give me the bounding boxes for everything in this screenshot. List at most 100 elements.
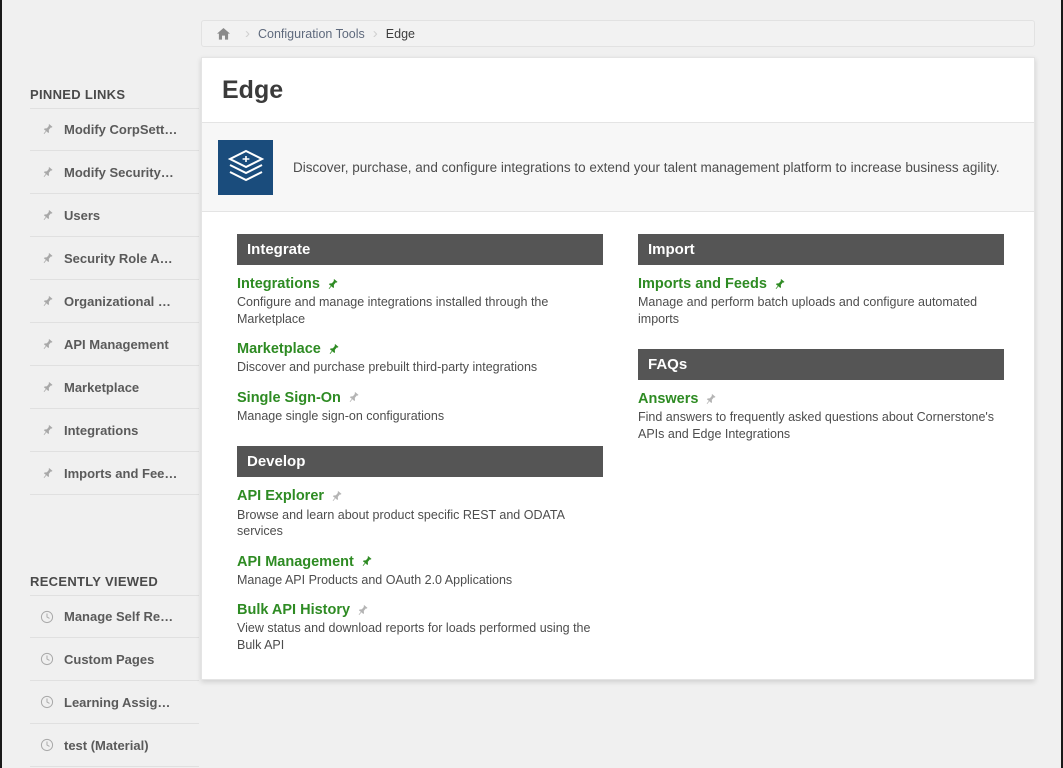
link-label: Answers	[638, 391, 699, 408]
link-single-sign-on[interactable]: Single Sign-On	[237, 389, 360, 407]
pin-icon[interactable]	[360, 555, 373, 568]
sidebar-pinned-item-4[interactable]: Organizational …	[30, 280, 199, 323]
link-label: API Explorer	[237, 488, 325, 505]
link-description-integrations: Configure and manage integrations instal…	[237, 295, 549, 326]
breadcrumb-item-edge: Edge	[385, 26, 415, 41]
section-header-develop: Develop	[237, 446, 603, 478]
sidebar-pinned-item-label: Imports and Fee…	[64, 465, 178, 481]
link-integrations[interactable]: Integrations	[237, 275, 339, 293]
sidebar-pinned-item-2[interactable]: Users	[30, 194, 199, 237]
sidebar-pinned-item-label: Security Role A…	[64, 250, 173, 266]
sidebar-recent-item-label: test (Material)	[64, 737, 149, 753]
link-bulk-api-history[interactable]: Bulk API History	[237, 601, 369, 619]
breadcrumb-item-configuration-tools[interactable]: Configuration Tools	[258, 27, 365, 41]
section-header-import: Import	[638, 234, 1004, 265]
breadcrumb-separator-2: ›	[372, 25, 378, 42]
section-header-faqs: FAQs	[638, 349, 1004, 381]
link-description-bulk-api-history: View status and download reports for loa…	[237, 621, 591, 652]
link-block-imports-and-feeds: Imports and Feeds Manage and perform batc…	[638, 275, 1004, 327]
pin-icon	[30, 424, 64, 437]
app-viewport: PINNED LINKS Modify CorpSett… Modify Secu…	[0, 0, 1063, 768]
pin-icon[interactable]	[326, 278, 339, 291]
pin-icon	[30, 338, 64, 351]
sidebar-pinned-item-label: Modify CorpSett…	[64, 122, 178, 137]
pin-icon	[30, 467, 64, 480]
link-description-api-explorer: Browse and learn about product specific …	[237, 507, 565, 539]
clock-icon	[30, 695, 64, 709]
recently-viewed-list: Manage Self Re… Custom Pages Learning Assi…	[30, 595, 199, 767]
link-block-bulk-api-history: Bulk API History View status and download…	[237, 601, 603, 653]
sidebar-pinned-item-label: Users	[64, 207, 101, 223]
link-description-imports-and-feeds: Manage and perform batch uploads and con…	[638, 295, 978, 326]
sidebar-pinned-item-label: API Management	[64, 336, 169, 352]
link-label: Integrations	[237, 276, 320, 292]
sidebar-recent-item-3[interactable]: test (Material)	[30, 724, 199, 767]
sidebar-recent-item-0[interactable]: Manage Self Re…	[30, 595, 199, 638]
pinned-links-list: Modify CorpSett… Modify Security… Users Sec…	[30, 108, 199, 495]
link-description-single-sign-on: Manage single sign-on configurations	[237, 408, 445, 423]
link-label: Single Sign-On	[237, 389, 341, 406]
page-banner: Discover, purchase, and configure integr…	[202, 123, 1034, 212]
pin-icon[interactable]	[347, 391, 360, 404]
sidebar-recent-item-label: Learning Assig…	[64, 694, 171, 710]
section-import: Import Imports and Feeds Manage and perfor…	[638, 234, 1004, 327]
left-column: Integrate Integrations Configure and manag…	[237, 234, 603, 675]
section-integrate: Integrate Integrations Configure and manag…	[237, 234, 603, 424]
sidebar-pinned-item-3[interactable]: Security Role A…	[30, 237, 199, 280]
pin-icon[interactable]	[773, 278, 786, 291]
pin-icon[interactable]	[327, 343, 340, 356]
link-api-management[interactable]: API Management	[237, 553, 373, 571]
right-column: Import Imports and Feeds Manage and perfor…	[638, 234, 1004, 675]
pin-icon	[30, 295, 64, 308]
section-columns: Integrate Integrations Configure and manag…	[202, 212, 1034, 675]
link-label: Bulk API History	[237, 602, 351, 619]
pin-icon	[30, 381, 64, 394]
pin-icon	[30, 209, 64, 222]
pin-icon[interactable]	[356, 604, 369, 617]
sidebar-pinned-item-1[interactable]: Modify Security…	[30, 151, 199, 194]
breadcrumb: › Configuration Tools › Edge	[201, 20, 1035, 47]
section-faqs: FAQs Answers Find answers to frequently as…	[638, 349, 1004, 442]
sidebar-pinned-item-5[interactable]: API Management	[30, 323, 199, 366]
home-icon[interactable]	[210, 27, 237, 41]
pin-icon	[30, 123, 64, 136]
sidebar-recent-item-label: Manage Self Re…	[64, 609, 174, 624]
link-description-answers: Find answers to frequently asked questio…	[638, 410, 995, 441]
link-block-answers: Answers Find answers to frequently asked …	[638, 390, 1004, 442]
link-label: Marketplace	[237, 341, 321, 358]
sidebar-pinned-item-8[interactable]: Imports and Fee…	[30, 452, 199, 495]
section-body-integrate: Integrations Configure and manage integra…	[237, 265, 603, 424]
sidebar-pinned-item-6[interactable]: Marketplace	[30, 366, 199, 409]
sidebar-recent-item-2[interactable]: Learning Assig…	[30, 681, 199, 724]
sidebar-pinned-item-0[interactable]: Modify CorpSett…	[30, 108, 199, 151]
pin-icon[interactable]	[704, 393, 717, 406]
link-description-api-management: Manage API Products and OAuth 2.0 Applic…	[237, 572, 513, 587]
breadcrumb-separator-1: ›	[245, 25, 250, 42]
sidebar-pinned-item-label: Integrations	[64, 422, 139, 438]
link-answers[interactable]: Answers	[638, 390, 717, 408]
link-block-api-management: API Management Manage API Products and OA…	[237, 553, 603, 589]
page-title-bar: Edge	[202, 58, 1034, 123]
section-body-faqs: Answers Find answers to frequently asked …	[638, 380, 1004, 442]
link-block-integrations: Integrations Configure and manage integra…	[237, 275, 603, 327]
link-marketplace[interactable]: Marketplace	[237, 340, 340, 358]
clock-icon	[30, 652, 64, 666]
recently-viewed-heading: RECENTLY VIEWED	[30, 574, 159, 589]
sidebar-pinned-item-7[interactable]: Integrations	[30, 409, 199, 452]
link-api-explorer[interactable]: API Explorer	[237, 487, 343, 505]
sidebar-pinned-item-label: Marketplace	[64, 379, 140, 395]
sidebar-recent-item-1[interactable]: Custom Pages	[30, 638, 199, 681]
pin-icon	[30, 252, 64, 265]
banner-description: Discover, purchase, and configure integr…	[293, 159, 1000, 175]
section-develop: Develop API Explorer Browse and learn abou…	[237, 446, 603, 653]
clock-icon	[30, 610, 64, 624]
pin-icon[interactable]	[330, 490, 343, 503]
main-content-card: Edge Discover, purchase, and configure i…	[201, 57, 1035, 680]
link-label: Imports and Feeds	[638, 276, 767, 292]
sidebar-pinned-item-label: Organizational …	[64, 293, 171, 309]
link-block-marketplace: Marketplace Discover and purchase prebuil…	[237, 340, 603, 376]
page-title: Edge	[222, 75, 284, 104]
link-imports-and-feeds[interactable]: Imports and Feeds	[638, 275, 786, 293]
pinned-links-heading: PINNED LINKS	[30, 87, 126, 102]
link-label: API Management	[237, 553, 354, 570]
